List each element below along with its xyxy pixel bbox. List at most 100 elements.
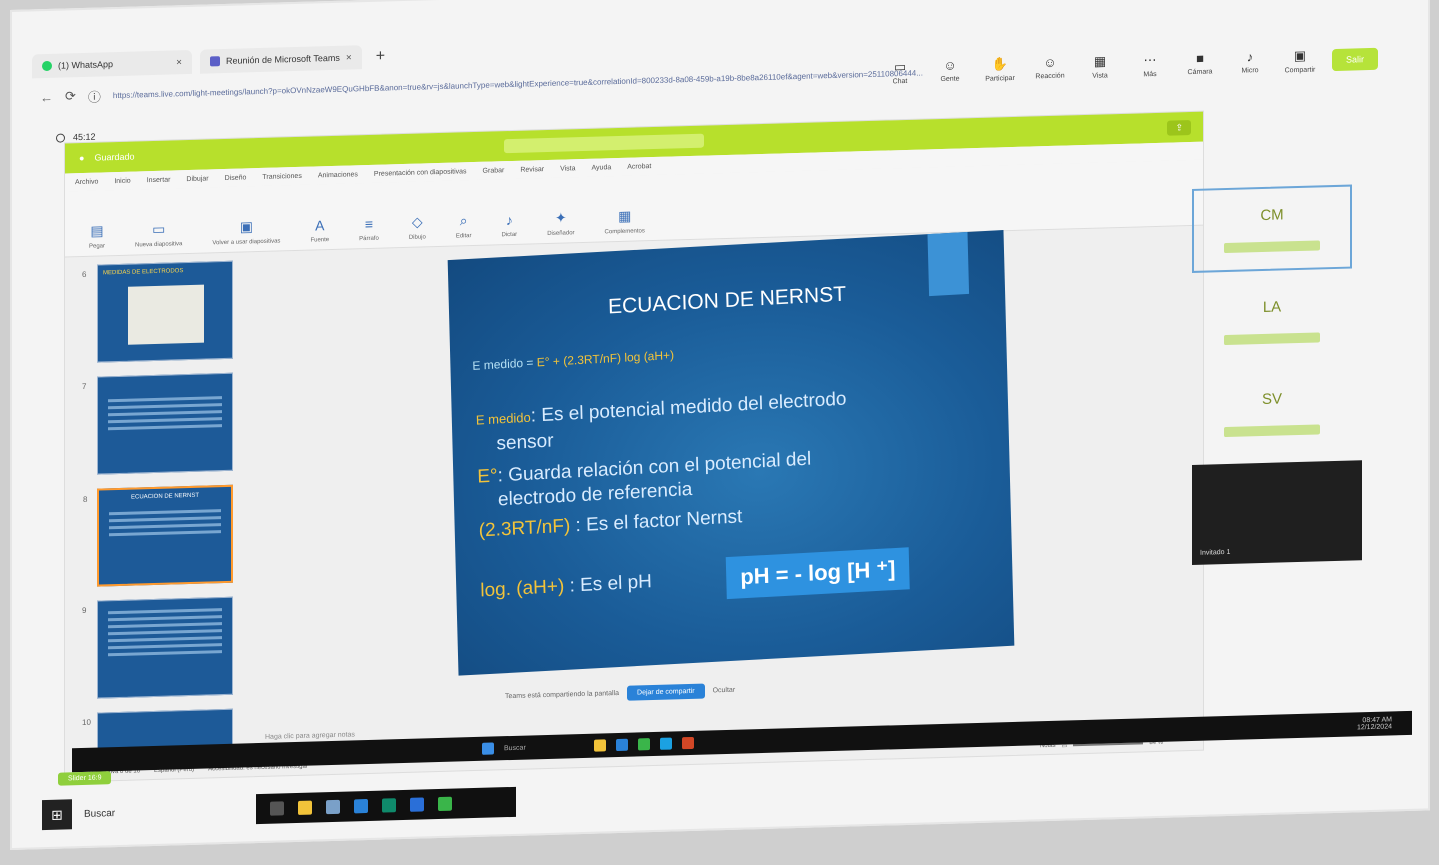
leave-button[interactable]: Salir bbox=[1332, 47, 1379, 72]
menu-animations[interactable]: Animaciones bbox=[318, 171, 358, 179]
formula-prefix: E medido = bbox=[472, 355, 537, 373]
stop-sharing-button[interactable]: Dejar de compartir bbox=[627, 683, 705, 701]
word-icon[interactable] bbox=[660, 737, 672, 750]
edge-icon[interactable] bbox=[616, 738, 628, 752]
file-explorer-icon[interactable] bbox=[298, 800, 312, 815]
ribbon-label: Dictar bbox=[501, 231, 518, 239]
menu-review[interactable]: Revisar bbox=[520, 166, 544, 174]
thumbnail-title: MEDIDAS DE ELECTRODOS bbox=[103, 268, 184, 277]
people-button[interactable]: ☺ Gente bbox=[932, 57, 968, 83]
ribbon-addins[interactable]: ▦ Complementos bbox=[604, 181, 645, 236]
task-view-icon[interactable] bbox=[270, 801, 284, 816]
slide-formula: E medido = E° + (2.3RT/nF) log (aH+) bbox=[472, 348, 674, 373]
bullet-key: E° bbox=[477, 465, 498, 488]
site-info-icon[interactable]: ⓘ bbox=[88, 86, 101, 105]
ribbon-paste[interactable]: ▤ Pegar bbox=[89, 196, 105, 249]
ribbon-dictate[interactable]: ♪ Dictar bbox=[502, 185, 518, 238]
menu-record[interactable]: Grabar bbox=[483, 167, 505, 175]
slide-thumbnail-active[interactable]: 8 ECUACION DE NERNST bbox=[83, 484, 233, 587]
slide-thumbnail[interactable]: 9 bbox=[82, 596, 233, 699]
ribbon-label: Volver a usar diapositivas bbox=[212, 238, 281, 247]
menu-slideshow[interactable]: Presentación con diapositivas bbox=[374, 168, 467, 178]
chat-button[interactable]: ▭ Chat bbox=[882, 59, 918, 86]
menu-file[interactable]: Archivo bbox=[75, 178, 98, 186]
hide-notice-button[interactable]: Ocultar bbox=[713, 687, 736, 695]
tab-label: (1) WhatsApp bbox=[58, 59, 114, 71]
ppt-share-button[interactable]: ⇪ bbox=[1167, 119, 1191, 136]
notes-placeholder[interactable]: Haga clic para agregar notas bbox=[265, 731, 355, 741]
tab-whatsapp[interactable]: (1) WhatsApp × bbox=[32, 49, 192, 79]
edge-browser-icon[interactable] bbox=[354, 799, 368, 814]
participant-name-bar bbox=[1224, 239, 1320, 253]
minimize-button[interactable]: - bbox=[1261, 0, 1265, 1]
ribbon-editing[interactable]: ⌕ Editar bbox=[456, 186, 472, 239]
ribbon-font[interactable]: A Fuente bbox=[310, 190, 329, 243]
share-notice-text: Teams está compartiendo la pantalla bbox=[505, 689, 620, 701]
excel-app-icon[interactable] bbox=[438, 796, 452, 812]
excel-icon[interactable] bbox=[638, 738, 650, 751]
participant-tile[interactable]: SV bbox=[1192, 369, 1352, 457]
mic-icon: ♪ bbox=[1246, 49, 1254, 65]
participant-tile[interactable]: CM bbox=[1192, 184, 1352, 273]
tab-teams-meeting[interactable]: Reunión de Microsoft Teams × bbox=[200, 45, 362, 74]
ribbon-label: Nueva diapositiva bbox=[135, 241, 183, 249]
remote-search[interactable]: Buscar bbox=[504, 742, 584, 752]
recording-indicator-icon bbox=[56, 132, 65, 143]
store-icon[interactable] bbox=[326, 799, 340, 815]
system-tray: 08:47 AM 12/12/2024 bbox=[1357, 716, 1392, 731]
menu-help[interactable]: Ayuda bbox=[592, 164, 612, 172]
local-search[interactable]: Buscar bbox=[84, 804, 244, 820]
slide-thumbnail[interactable]: 7 bbox=[82, 372, 233, 475]
ribbon-label: Complementos bbox=[604, 228, 645, 236]
bullet-text: : Es el potencial medido del electrodo bbox=[530, 388, 847, 427]
back-icon[interactable]: ← bbox=[40, 89, 53, 104]
outlook-icon[interactable] bbox=[410, 797, 424, 812]
close-tab-icon[interactable]: × bbox=[176, 57, 182, 68]
share-button[interactable]: ▣ Compartir bbox=[1282, 47, 1318, 75]
mic-label: Micro bbox=[1241, 67, 1259, 75]
slide-thumbnail[interactable]: 6 MEDIDAS DE ELECTRODOS bbox=[82, 260, 233, 363]
ribbon-label: Editar bbox=[455, 233, 472, 240]
font-icon: A bbox=[315, 217, 325, 234]
start-icon[interactable] bbox=[482, 742, 494, 755]
share-icon: ▣ bbox=[1293, 47, 1307, 64]
ppt-search-input[interactable] bbox=[504, 133, 705, 154]
menu-insert[interactable]: Insertar bbox=[147, 176, 171, 184]
participant-tile[interactable]: LA bbox=[1192, 277, 1352, 365]
ribbon-label: Diseñador bbox=[547, 230, 575, 237]
ribbon-drawing[interactable]: ◇ Dibujo bbox=[409, 187, 426, 240]
powerpoint-icon[interactable] bbox=[682, 736, 694, 750]
menu-draw[interactable]: Dibujar bbox=[186, 175, 208, 183]
reaction-button[interactable]: ☺ Reacción bbox=[1032, 54, 1068, 81]
menu-home[interactable]: Inicio bbox=[114, 177, 130, 184]
ribbon-new-slide[interactable]: ▭ Nueva diapositiva bbox=[135, 194, 183, 249]
camera-icon: ■ bbox=[1196, 50, 1204, 66]
participant-video-tile[interactable]: Invitado 1 bbox=[1192, 460, 1362, 565]
camera-button[interactable]: ■ Cámara bbox=[1182, 50, 1218, 76]
raise-hand-button[interactable]: ✋ Participar bbox=[982, 56, 1018, 83]
ribbon-designer[interactable]: ✦ Diseñador bbox=[547, 183, 574, 237]
ribbon-reuse-slides[interactable]: ▣ Volver a usar diapositivas bbox=[212, 191, 280, 246]
paragraph-icon: ≡ bbox=[364, 215, 374, 233]
current-slide: ECUACION DE NERNST E medido = E° + (2.3R… bbox=[447, 230, 1015, 676]
dictate-icon: ♪ bbox=[505, 211, 513, 229]
more-button[interactable]: ⋯ Más bbox=[1132, 52, 1168, 79]
raise-hand-icon: ✋ bbox=[991, 56, 1009, 72]
participant-name-bar bbox=[1224, 331, 1320, 345]
teams-app-icon[interactable] bbox=[382, 798, 396, 813]
menu-view[interactable]: Vista bbox=[560, 165, 575, 172]
participant-initials: SV bbox=[1261, 389, 1282, 408]
autosave-toggle-icon[interactable]: ● bbox=[79, 153, 84, 163]
ribbon-paragraph[interactable]: ≡ Párrafo bbox=[359, 189, 379, 242]
menu-acrobat[interactable]: Acrobat bbox=[627, 163, 651, 171]
new-tab-button[interactable]: + bbox=[370, 47, 391, 66]
view-button[interactable]: ▦ Vista bbox=[1082, 53, 1118, 80]
close-tab-icon[interactable]: × bbox=[346, 52, 352, 63]
mic-button[interactable]: ♪ Micro bbox=[1232, 49, 1268, 75]
more-icon: ⋯ bbox=[1143, 51, 1157, 68]
menu-design[interactable]: Diseño bbox=[225, 174, 247, 182]
menu-transitions[interactable]: Transiciones bbox=[262, 172, 301, 180]
explorer-icon[interactable] bbox=[594, 739, 606, 752]
reload-icon[interactable]: ⟳ bbox=[65, 88, 76, 104]
windows-start-icon[interactable]: ⊞ bbox=[42, 799, 72, 831]
